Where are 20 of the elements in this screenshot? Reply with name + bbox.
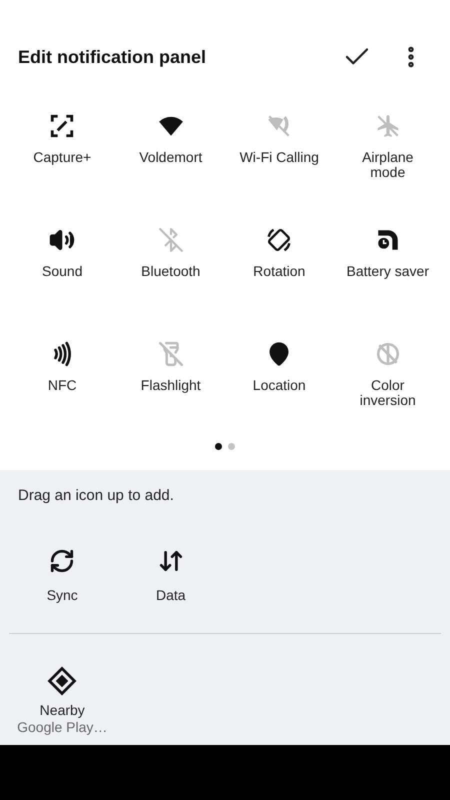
tile-label: Color inversion — [358, 378, 417, 408]
tile-label: Capture+ — [32, 150, 92, 165]
tile-label: Rotation — [252, 264, 306, 279]
tile-label: Location — [252, 378, 307, 393]
tile-source: Google Play… — [17, 718, 108, 736]
tile-label: Airplane mode — [361, 150, 414, 180]
panel-title: Edit notification panel — [18, 46, 207, 69]
tile-label: Sync — [46, 586, 78, 605]
tile-label: Voldemort — [138, 150, 204, 165]
sync-icon — [49, 548, 76, 574]
tile-label: Bluetooth — [140, 264, 202, 279]
diamond-icon — [47, 666, 78, 696]
tile-label: Flashlight — [140, 378, 202, 393]
tile-label: Wi-Fi Calling — [238, 150, 320, 165]
tile-label: Battery saver — [346, 264, 430, 279]
tile-label: Data — [156, 586, 186, 604]
tile-label: Nearby — [40, 702, 85, 718]
tile-label: NFC — [46, 378, 78, 393]
tile-label: Sound — [41, 264, 84, 279]
hint-text: Drag an icon up to add. — [17, 486, 175, 506]
